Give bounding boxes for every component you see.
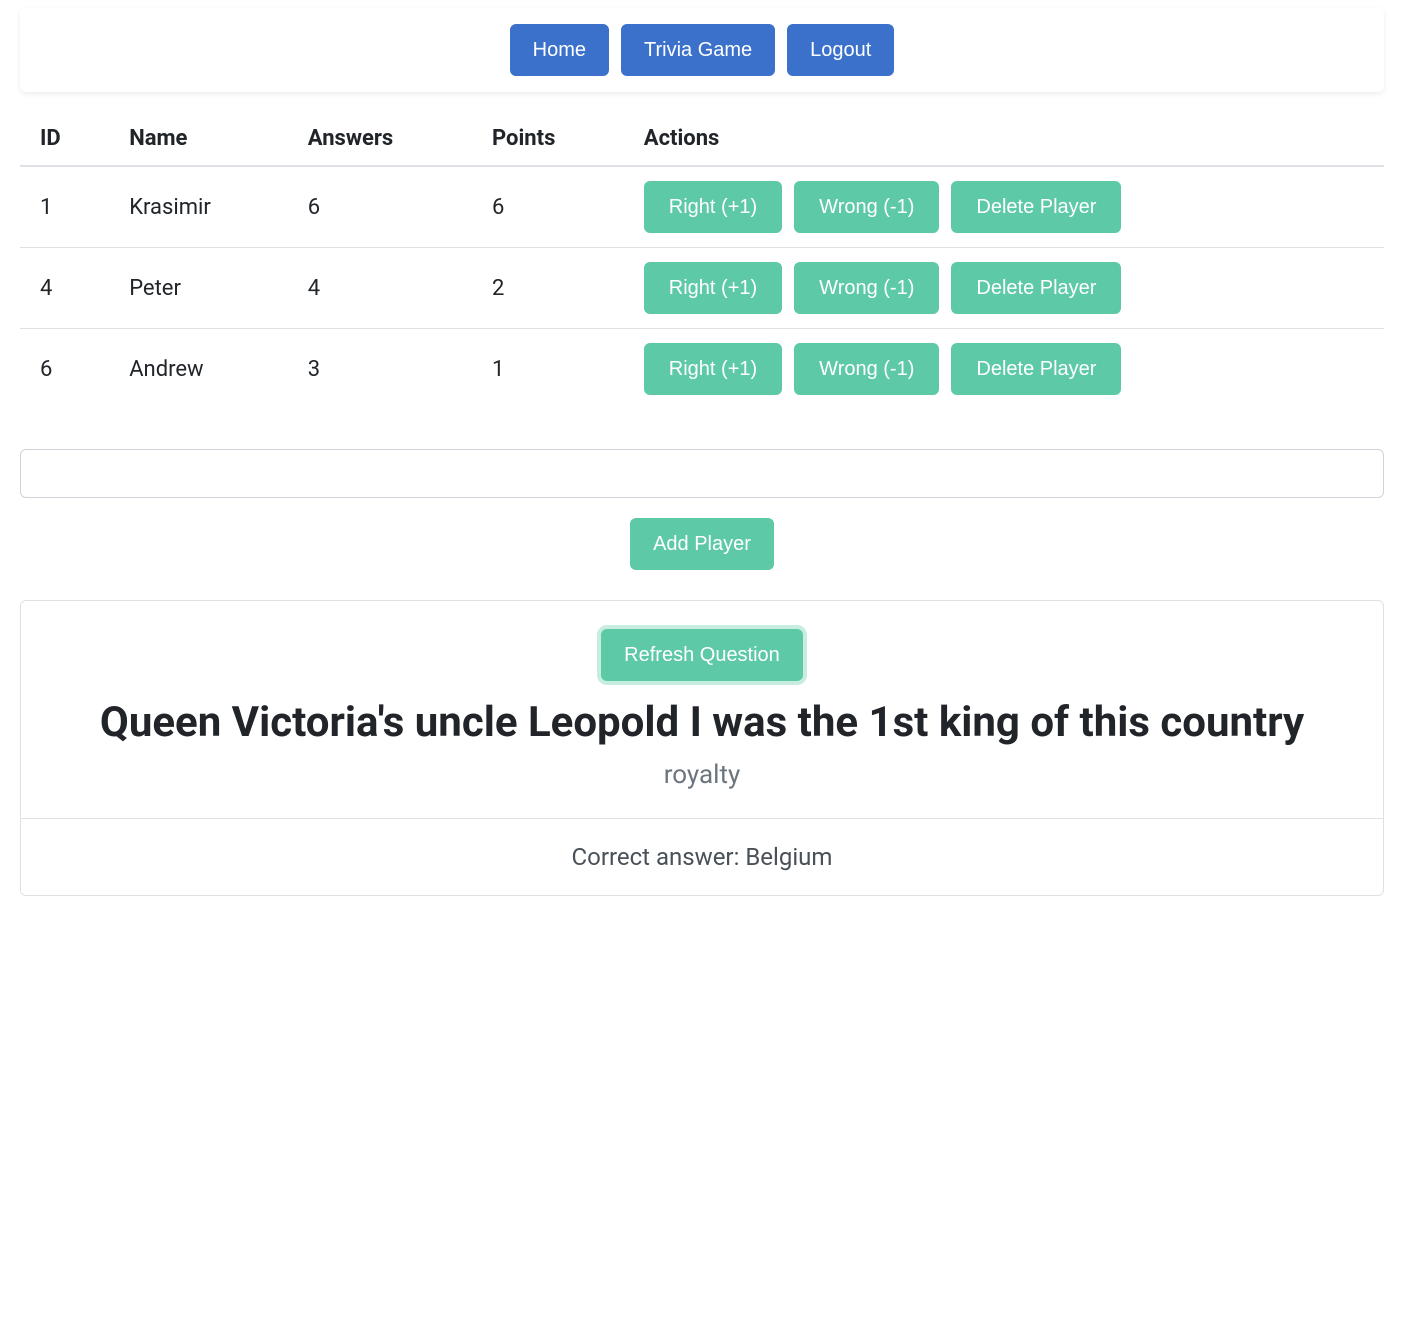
nav-home-button[interactable]: Home	[510, 24, 609, 76]
answer-footer: Correct answer: Belgium	[21, 818, 1383, 895]
delete-player-button[interactable]: Delete Player	[951, 262, 1121, 314]
cell-name: Andrew	[109, 329, 288, 410]
cell-name: Krasimir	[109, 166, 288, 248]
question-card: Refresh Question Queen Victoria's uncle …	[20, 600, 1384, 896]
cell-id: 6	[20, 329, 109, 410]
delete-player-button[interactable]: Delete Player	[951, 343, 1121, 395]
right-button[interactable]: Right (+1)	[644, 262, 782, 314]
cell-points: 1	[472, 329, 624, 410]
players-table: ID Name Answers Points Actions 1Krasimir…	[20, 112, 1384, 409]
cell-actions: Right (+1)Wrong (-1)Delete Player	[624, 166, 1384, 248]
add-player-button[interactable]: Add Player	[630, 518, 774, 570]
wrong-button[interactable]: Wrong (-1)	[794, 181, 939, 233]
cell-answers: 6	[288, 166, 472, 248]
col-name: Name	[109, 112, 288, 166]
col-actions: Actions	[624, 112, 1384, 166]
cell-points: 2	[472, 248, 624, 329]
answer-label: Correct answer:	[572, 843, 746, 871]
col-points: Points	[472, 112, 624, 166]
navbar: Home Trivia Game Logout	[20, 8, 1384, 92]
cell-actions: Right (+1)Wrong (-1)Delete Player	[624, 329, 1384, 410]
cell-id: 4	[20, 248, 109, 329]
wrong-button[interactable]: Wrong (-1)	[794, 343, 939, 395]
delete-player-button[interactable]: Delete Player	[951, 181, 1121, 233]
cell-id: 1	[20, 166, 109, 248]
nav-logout-button[interactable]: Logout	[787, 24, 894, 76]
refresh-question-button[interactable]: Refresh Question	[601, 629, 803, 681]
table-row: 6Andrew31Right (+1)Wrong (-1)Delete Play…	[20, 329, 1384, 410]
question-text: Queen Victoria's uncle Leopold I was the…	[45, 697, 1359, 750]
table-row: 4Peter42Right (+1)Wrong (-1)Delete Playe…	[20, 248, 1384, 329]
cell-answers: 3	[288, 329, 472, 410]
col-id: ID	[20, 112, 109, 166]
answer-value: Belgium	[745, 843, 832, 871]
right-button[interactable]: Right (+1)	[644, 343, 782, 395]
cell-points: 6	[472, 166, 624, 248]
table-row: 1Krasimir66Right (+1)Wrong (-1)Delete Pl…	[20, 166, 1384, 248]
nav-trivia-button[interactable]: Trivia Game	[621, 24, 775, 76]
cell-answers: 4	[288, 248, 472, 329]
cell-actions: Right (+1)Wrong (-1)Delete Player	[624, 248, 1384, 329]
right-button[interactable]: Right (+1)	[644, 181, 782, 233]
player-name-input[interactable]	[20, 449, 1384, 498]
wrong-button[interactable]: Wrong (-1)	[794, 262, 939, 314]
cell-name: Peter	[109, 248, 288, 329]
col-answers: Answers	[288, 112, 472, 166]
question-category: royalty	[45, 760, 1359, 790]
